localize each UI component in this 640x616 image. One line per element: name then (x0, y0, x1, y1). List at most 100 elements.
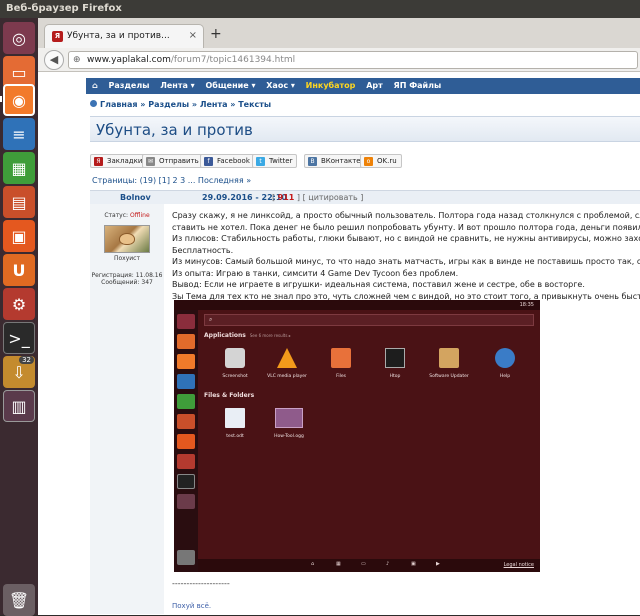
menu-inkubator[interactable]: Инкубатор (306, 81, 356, 90)
user-info: Статус: Offline Похуист Регистрация: 11.… (90, 204, 164, 614)
share-vk-label: ВКонтакте (321, 157, 361, 165)
send-icon: ✉ (146, 157, 155, 166)
menu-art[interactable]: Арт (366, 81, 383, 90)
shot-dash-lenses: ⌂ ▦ ▭ ♪ ▣ ▶ Legal notice (198, 559, 540, 572)
share-facebook-label: Facebook (217, 157, 250, 165)
tab-close-icon[interactable]: × (189, 30, 197, 41)
share-twitter-label: Twitter (269, 157, 293, 165)
shot-home-lens-icon: ⌂ (311, 561, 315, 567)
post-number[interactable]: 911 (278, 193, 295, 202)
share-bookmarks-button[interactable]: Я Закладки (90, 154, 148, 168)
software-center-icon[interactable]: ▣ (3, 220, 35, 252)
quote-link[interactable]: [ цитировать ] (303, 193, 364, 202)
avatar[interactable] (104, 225, 150, 253)
help-icon (495, 348, 515, 368)
shot-time: 18:35 (519, 302, 534, 308)
shot-calc-icon (177, 394, 195, 409)
signature: Похуй всё. (172, 602, 212, 610)
shot-workspaces-icon (177, 494, 195, 509)
shot-dash-icon (177, 314, 195, 329)
breadcrumb-text[interactable]: Главная » Разделы » Лента » Тексты (100, 100, 271, 109)
home-icon[interactable]: ⌂ (92, 81, 98, 90)
writer-icon[interactable]: ≡ (3, 118, 35, 150)
cat-face-icon (119, 233, 135, 245)
vlc-cone-icon (277, 348, 297, 368)
breadcrumb[interactable]: Главная » Разделы » Лента » Тексты (90, 100, 271, 109)
impress-icon[interactable]: ▤ (3, 186, 35, 218)
menu-lenta[interactable]: Лента ▾ (160, 81, 194, 90)
bookmarks-icon: Я (94, 157, 103, 166)
shot-applications-header: Applications See 6 more results ▸ (204, 332, 291, 339)
settings-icon[interactable]: ⚙ (3, 288, 35, 320)
post-line: Вывод: Если не играете в игрушки- идеаль… (172, 280, 585, 289)
terminal-icon[interactable]: >_ (3, 322, 35, 354)
user-registered: Регистрация: 11.08.16 (91, 272, 163, 279)
post-line: Из плюсов: Стабильность работы, глюки бы… (172, 234, 640, 243)
new-tab-button[interactable]: + (210, 26, 222, 42)
shot-app-htop: Htop (370, 348, 420, 379)
site-menu: ⌂ Разделы Лента ▾ Общение ▾ Хаос ▾ Инкуб… (86, 78, 640, 94)
post-line: Бесплатность. (172, 245, 234, 255)
menu-obshchenie[interactable]: Общение ▾ (205, 81, 255, 90)
updates-icon[interactable]: ⇩ 32 (3, 356, 35, 388)
post-body: Сразу скажу, я не линксойд, а просто обы… (172, 210, 640, 302)
shot-file-odt: test.odt (210, 408, 260, 439)
shot-app-vlc: VLC media player (262, 348, 312, 379)
shot-writer-icon (177, 374, 195, 389)
menu-haos[interactable]: Хаос ▾ (266, 81, 295, 90)
share-send-button[interactable]: ✉ Отправить (142, 154, 204, 168)
trash-icon[interactable]: 🗑 (3, 584, 35, 616)
calc-icon[interactable]: ▦ (3, 152, 35, 184)
shot-app-updater: Software Updater (424, 348, 474, 379)
share-vk-button[interactable]: B ВКонтакте (304, 154, 366, 168)
shot-trash-icon (177, 550, 195, 565)
camera-icon (225, 348, 245, 368)
share-twitter-button[interactable]: t Twitter (252, 154, 298, 168)
shot-top-panel: 18:35 (174, 300, 540, 310)
updates-badge: 32 (19, 356, 34, 364)
shot-file-ogg: How-Tool.ogg (264, 408, 314, 439)
shot-files-header: Files & Folders (204, 392, 255, 399)
shot-search-input: ⌕ (204, 314, 534, 326)
post-line: ставить не хотел. Пока денег не было реш… (172, 222, 640, 232)
shot-launcher (174, 310, 198, 572)
page-content: ⌂ Разделы Лента ▾ Общение ▾ Хаос ▾ Инкуб… (38, 72, 640, 615)
embedded-screenshot[interactable]: 18:35 ⌕ Applications See 6 more results ▸… (174, 300, 540, 572)
pager[interactable]: Страницы: (19) [1] 2 3 ... Последняя » (92, 176, 251, 185)
post-number-wrap: [ 911 ] [ цитировать ] (272, 193, 364, 202)
twitter-icon: t (256, 157, 265, 166)
share-facebook-button[interactable]: f Facebook (200, 154, 255, 168)
shot-app-files: Files (316, 348, 366, 379)
firefox-window: Я Убунта, за и против... × + ◀ ⊕ www.yap… (38, 18, 640, 615)
firefox-icon[interactable]: ◉ (3, 84, 35, 116)
shot-software-icon (177, 434, 195, 449)
shot-app-label: Screenshot (222, 374, 248, 379)
user-status: Статус: Offline (90, 212, 164, 219)
shot-file-label: test.odt (226, 434, 244, 439)
system-title: Веб-браузер Firefox (6, 3, 122, 14)
url-domain: www.yaplakal.com (87, 55, 171, 65)
tab-topic[interactable]: Я Убунта, за и против... × (44, 24, 204, 48)
monitor-icon (385, 348, 405, 368)
shot-app-label: Help (499, 374, 511, 379)
ubuntu-dash-icon[interactable]: ◎ (3, 22, 35, 54)
post-line: Из минусов: Самый большой минус, то что … (172, 257, 640, 266)
shot-applications-label: Applications (204, 332, 246, 339)
active-pip (0, 96, 2, 102)
share-ok-button[interactable]: o OK.ru (360, 154, 402, 168)
menu-razdely[interactable]: Разделы (109, 81, 150, 90)
shot-impress-icon (177, 414, 195, 429)
url-bar[interactable]: ⊕ www.yaplakal.com/forum7/topic1461394.h… (68, 51, 638, 69)
menu-files[interactable]: ЯП Файлы (394, 81, 442, 90)
shot-app-help: Help (480, 348, 530, 379)
breadcrumb-bullet-icon (90, 100, 97, 107)
shot-app-label: VLC media player (267, 374, 307, 379)
back-icon[interactable]: ◀ (44, 50, 64, 70)
unity-launcher: ◎ ▭ ◉ ≡ ▦ ▤ ▣ U ⚙ >_ ⇩ 32 ▥ 🗑 (0, 18, 38, 616)
ubuntu-one-icon[interactable]: U (3, 254, 35, 286)
document-icon (225, 408, 245, 428)
post-author[interactable]: Bolnov (120, 193, 151, 202)
shot-firefox-icon (177, 354, 195, 369)
folder-icon (331, 348, 351, 368)
workspaces-icon[interactable]: ▥ (3, 390, 35, 422)
